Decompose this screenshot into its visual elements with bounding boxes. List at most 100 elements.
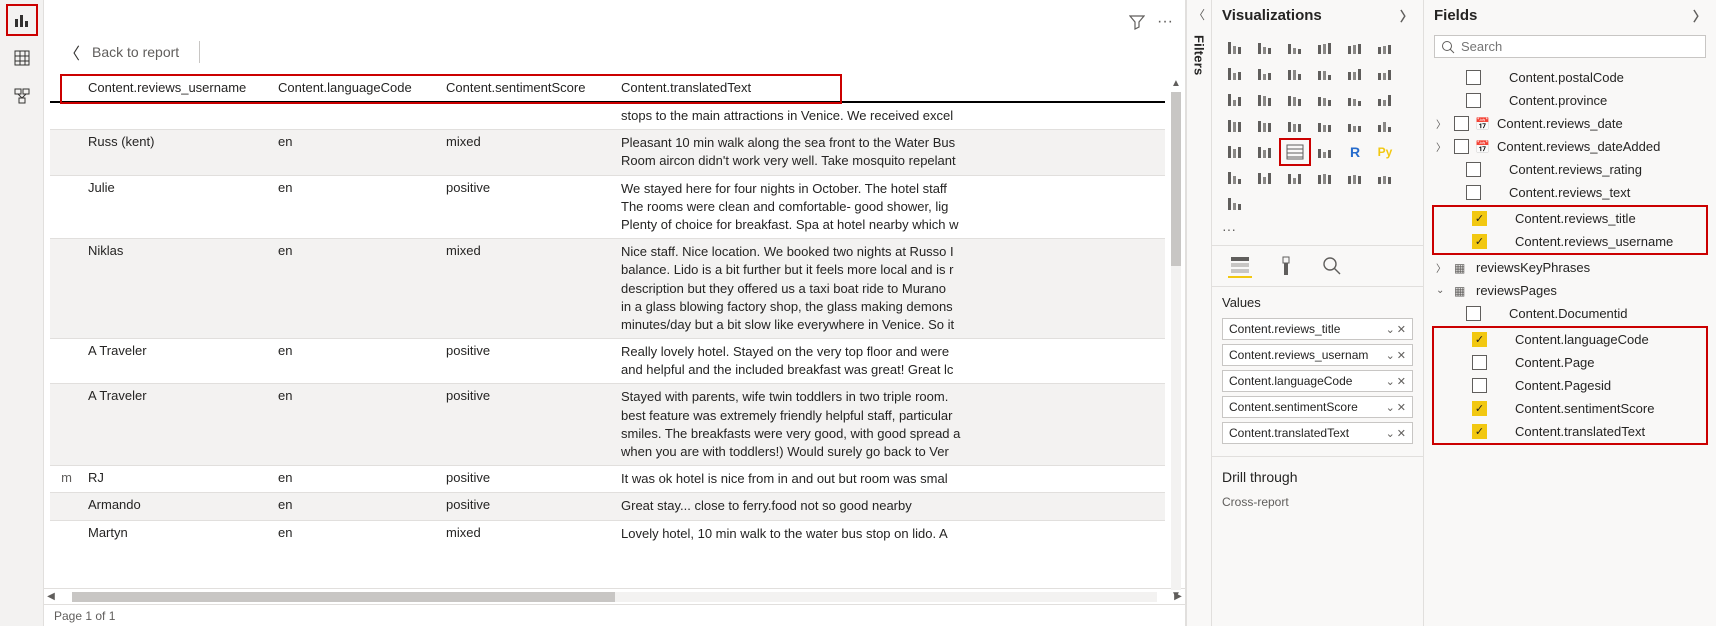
field-item[interactable]: ✓Content.languageCode xyxy=(1434,328,1706,351)
viz-treemap-icon[interactable] xyxy=(1370,87,1400,113)
column-header[interactable]: Content.sentimentScore xyxy=(438,74,613,102)
viz-slicer-icon[interactable] xyxy=(1250,139,1280,165)
checkbox[interactable] xyxy=(1466,70,1481,85)
column-header[interactable]: Content.languageCode xyxy=(270,74,438,102)
field-item[interactable]: 〉📅Content.reviews_date xyxy=(1428,112,1712,135)
viz-100-bar-icon[interactable] xyxy=(1340,35,1370,61)
vertical-scrollbar[interactable]: ▲ ▼ xyxy=(1169,78,1183,604)
viz-line-column-icon[interactable] xyxy=(1310,61,1340,87)
checkbox[interactable] xyxy=(1472,378,1487,393)
fields-tab-icon[interactable] xyxy=(1228,254,1252,278)
table-row[interactable]: JulieenpositiveWe stayed here for four n… xyxy=(50,175,1165,239)
table-row[interactable]: MartynenmixedLovely hotel, 10 min walk t… xyxy=(50,520,1165,547)
viz-card-icon[interactable] xyxy=(1340,113,1370,139)
format-tab-icon[interactable] xyxy=(1274,254,1298,278)
table-row[interactable]: NiklasenmixedNice staff. Nice location. … xyxy=(50,239,1165,339)
fields-table[interactable]: ⌄▦reviewsPages xyxy=(1428,279,1712,302)
horizontal-scrollbar[interactable]: ◀ ▶ xyxy=(44,588,1185,604)
field-item[interactable]: ✓Content.reviews_username xyxy=(1434,230,1706,253)
field-item[interactable]: Content.postalCode xyxy=(1428,66,1712,89)
checkbox[interactable] xyxy=(1466,93,1481,108)
field-item[interactable]: ✓Content.reviews_title xyxy=(1434,207,1706,230)
more-options-icon[interactable]: ··· xyxy=(1157,13,1173,31)
chevron-down-icon[interactable]: ⌄ xyxy=(1386,349,1395,362)
search-input[interactable] xyxy=(1461,39,1699,54)
viz-decomposition-icon[interactable] xyxy=(1250,165,1280,191)
checkbox[interactable] xyxy=(1466,162,1481,177)
viz-kpi-icon[interactable] xyxy=(1220,139,1250,165)
viz-stacked-area-icon[interactable] xyxy=(1280,61,1310,87)
checkbox[interactable]: ✓ xyxy=(1472,211,1487,226)
field-item[interactable]: ✓Content.translatedText xyxy=(1434,420,1706,443)
viz-area-icon[interactable] xyxy=(1250,61,1280,87)
viz-r-icon[interactable]: R xyxy=(1340,139,1370,165)
viz-line-clustered-icon[interactable] xyxy=(1340,61,1370,87)
viz-table-icon[interactable] xyxy=(1280,139,1310,165)
field-item[interactable]: ✓Content.sentimentScore xyxy=(1434,397,1706,420)
viz-qna-icon[interactable] xyxy=(1280,165,1310,191)
viz-scatter-icon[interactable] xyxy=(1280,87,1310,113)
viz-paginated-icon[interactable] xyxy=(1310,165,1340,191)
value-well[interactable]: Content.languageCode⌄✕ xyxy=(1222,370,1413,392)
data-view-button[interactable] xyxy=(6,42,38,74)
remove-icon[interactable]: ✕ xyxy=(1397,401,1406,414)
remove-icon[interactable]: ✕ xyxy=(1397,427,1406,440)
viz-multi-card-icon[interactable] xyxy=(1370,113,1400,139)
value-well[interactable]: Content.reviews_title⌄✕ xyxy=(1222,318,1413,340)
viz-shape-map-icon[interactable] xyxy=(1280,113,1310,139)
fields-search-box[interactable] xyxy=(1434,35,1706,58)
value-well[interactable]: Content.reviews_usernam⌄✕ xyxy=(1222,344,1413,366)
viz-line-icon[interactable] xyxy=(1220,61,1250,87)
chevron-down-icon[interactable]: ⌄ xyxy=(1386,401,1395,414)
table-row[interactable]: stops to the main attractions in Venice.… xyxy=(50,102,1165,130)
remove-icon[interactable]: ✕ xyxy=(1397,349,1406,362)
viz-filled-map-icon[interactable] xyxy=(1250,113,1280,139)
viz-gauge-icon[interactable] xyxy=(1310,113,1340,139)
remove-icon[interactable]: ✕ xyxy=(1397,323,1406,336)
viz-py-icon[interactable]: Py xyxy=(1370,139,1400,165)
model-view-button[interactable] xyxy=(6,80,38,112)
chevron-right-icon[interactable]: 〉 xyxy=(1693,6,1706,25)
filters-pane-collapsed[interactable]: 〈 Filters xyxy=(1186,0,1212,626)
viz-stacked-column-icon[interactable] xyxy=(1280,35,1310,61)
checkbox[interactable] xyxy=(1466,185,1481,200)
checkbox[interactable] xyxy=(1454,139,1469,154)
viz-funnel-icon[interactable] xyxy=(1250,87,1280,113)
field-item[interactable]: 〉📅Content.reviews_dateAdded xyxy=(1428,135,1712,158)
filter-icon[interactable] xyxy=(1129,14,1145,30)
column-header[interactable]: Content.translatedText xyxy=(613,74,1165,102)
fields-table[interactable]: 〉▦reviewsKeyPhrases xyxy=(1428,256,1712,279)
report-view-button[interactable] xyxy=(6,4,38,36)
column-header[interactable]: Content.reviews_username xyxy=(80,74,270,102)
viz-donut-icon[interactable] xyxy=(1340,87,1370,113)
chevron-right-icon[interactable]: 〉 xyxy=(1400,6,1413,25)
viz-more-button[interactable]: ··· xyxy=(1212,217,1423,245)
field-item[interactable]: Content.reviews_text xyxy=(1428,181,1712,204)
value-well[interactable]: Content.translatedText⌄✕ xyxy=(1222,422,1413,444)
checkbox[interactable]: ✓ xyxy=(1472,332,1487,347)
viz-100-column-icon[interactable] xyxy=(1370,35,1400,61)
viz-power-automate-icon[interactable] xyxy=(1220,191,1250,217)
field-item[interactable]: Content.Page xyxy=(1434,351,1706,374)
value-well[interactable]: Content.sentimentScore⌄✕ xyxy=(1222,396,1413,418)
field-item[interactable]: Content.reviews_rating xyxy=(1428,158,1712,181)
checkbox[interactable]: ✓ xyxy=(1472,401,1487,416)
table-row[interactable]: ArmandoenpositiveGreat stay... close to … xyxy=(50,493,1165,520)
viz-key-influencers-icon[interactable] xyxy=(1220,165,1250,191)
checkbox[interactable] xyxy=(1472,355,1487,370)
chevron-down-icon[interactable]: ⌄ xyxy=(1386,427,1395,440)
remove-icon[interactable]: ✕ xyxy=(1397,375,1406,388)
back-to-report-button[interactable]: 〈 Back to report xyxy=(64,40,200,64)
viz-matrix-icon[interactable] xyxy=(1310,139,1340,165)
checkbox[interactable]: ✓ xyxy=(1472,234,1487,249)
viz-clustered-column-icon[interactable] xyxy=(1310,35,1340,61)
viz-stacked-bar-icon[interactable] xyxy=(1220,35,1250,61)
viz-power-apps-icon[interactable] xyxy=(1370,165,1400,191)
checkbox[interactable]: ✓ xyxy=(1472,424,1487,439)
field-item[interactable]: Content.Documentid xyxy=(1428,302,1712,325)
viz-arcgis-icon[interactable] xyxy=(1340,165,1370,191)
checkbox[interactable] xyxy=(1466,306,1481,321)
viz-pie-icon[interactable] xyxy=(1310,87,1340,113)
table-row[interactable]: Russ (kent)enmixedPleasant 10 min walk a… xyxy=(50,130,1165,175)
table-row[interactable]: mRJenpositiveIt was ok hotel is nice fro… xyxy=(50,466,1165,493)
